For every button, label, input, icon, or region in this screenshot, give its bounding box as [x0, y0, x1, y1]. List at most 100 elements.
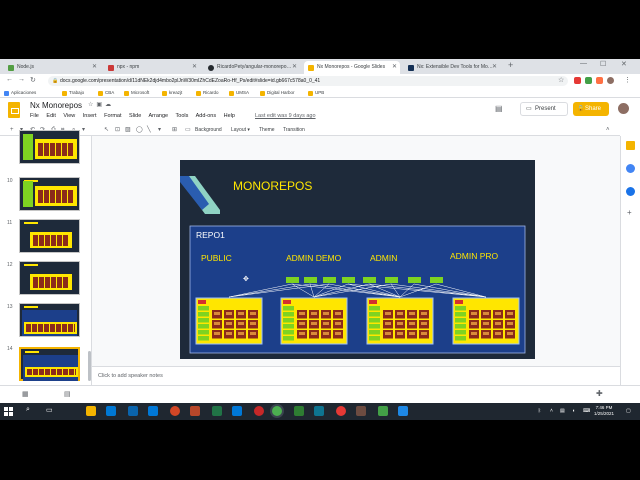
menu-slide[interactable]: Slide: [129, 113, 141, 119]
last-edit-link[interactable]: Last edit was 9 days ago: [255, 113, 316, 119]
scrollbar[interactable]: [88, 351, 91, 381]
app-icon[interactable]: [294, 406, 304, 416]
slides-logo-icon[interactable]: [8, 102, 20, 118]
close-icon[interactable]: ✕: [392, 61, 397, 74]
close-icon[interactable]: ✕: [292, 61, 297, 74]
tab-github[interactable]: RicardoPety/angular-monorepo… ✕: [204, 61, 300, 74]
transition-button[interactable]: Transition: [283, 125, 305, 135]
keep-icon[interactable]: [626, 141, 635, 150]
explore-icon[interactable]: ✚: [596, 389, 603, 398]
tab-npx[interactable]: npx - npm ✕: [104, 61, 200, 74]
powerpoint-icon[interactable]: [190, 406, 200, 416]
opera-icon[interactable]: [254, 406, 264, 416]
share-button[interactable]: 🔒 Share: [573, 102, 609, 116]
volume-icon[interactable]: ◖: [572, 408, 575, 414]
word-icon[interactable]: [148, 406, 158, 416]
minimize-icon[interactable]: —: [580, 60, 587, 67]
search-icon[interactable]: ⌕: [26, 406, 30, 414]
chrome-icon[interactable]: [272, 406, 282, 416]
edge-icon[interactable]: [232, 406, 242, 416]
file-explorer-icon[interactable]: [86, 406, 96, 416]
maximize-icon[interactable]: ☐: [600, 60, 606, 68]
app-icon[interactable]: [314, 406, 324, 416]
app-icon[interactable]: [378, 406, 388, 416]
slide-thumbnail[interactable]: [19, 177, 80, 211]
back-icon[interactable]: ←: [6, 76, 13, 83]
close-icon[interactable]: ✕: [492, 61, 497, 74]
bookmark-item[interactable]: UMSA: [229, 89, 249, 97]
language-icon[interactable]: ⌨: [583, 408, 590, 414]
app-icon[interactable]: [336, 406, 346, 416]
tasks-icon[interactable]: [626, 164, 635, 173]
chevron-down-icon[interactable]: ▾: [82, 125, 85, 135]
add-icon[interactable]: +: [627, 208, 632, 217]
current-slide[interactable]: MONOREPOS REPO1 PUBLIC ADMIN DEMO ADMIN …: [180, 160, 535, 359]
tab-slides[interactable]: Nx Monorepos - Google Slides ✕: [304, 61, 400, 74]
document-title[interactable]: Nx Monorepos: [30, 101, 82, 110]
app-icon[interactable]: [170, 406, 180, 416]
mail-icon[interactable]: [128, 406, 138, 416]
menu-format[interactable]: Format: [104, 113, 121, 119]
cloud-icon[interactable]: ☁: [105, 102, 114, 108]
bookmark-item[interactable]: Trabajo: [62, 89, 84, 97]
vscode-icon[interactable]: [398, 406, 408, 416]
bluetooth-icon[interactable]: ᛒ: [538, 408, 541, 414]
new-tab-button[interactable]: +: [508, 60, 513, 70]
more-icon[interactable]: ⋮: [624, 76, 631, 84]
menu-addons[interactable]: Add-ons: [196, 113, 217, 119]
menu-help[interactable]: Help: [224, 113, 235, 119]
theme-button[interactable]: Theme: [259, 125, 275, 135]
comment-add-icon[interactable]: ⊞: [172, 125, 177, 135]
extension-icon[interactable]: [596, 77, 603, 84]
forward-icon[interactable]: →: [18, 76, 25, 83]
image-icon[interactable]: ▨: [125, 125, 131, 135]
bookmark-item[interactable]: Ricardo: [196, 89, 219, 97]
close-icon[interactable]: ✕: [92, 61, 97, 74]
bookmark-item[interactable]: CBA: [98, 89, 114, 97]
bookmark-item[interactable]: Digital Harbor: [260, 89, 295, 97]
move-icon[interactable]: ▣: [96, 102, 105, 108]
slide-thumbnail[interactable]: [19, 303, 80, 337]
bookmark-item[interactable]: Aplicaciones: [4, 89, 36, 97]
present-button[interactable]: ▭ Present: [520, 102, 568, 116]
bookmark-item[interactable]: UPB: [308, 89, 324, 97]
network-icon[interactable]: ▤: [560, 408, 565, 414]
line-icon[interactable]: ╲: [147, 125, 151, 135]
menu-insert[interactable]: Insert: [83, 113, 97, 119]
comment-icon[interactable]: ▤: [495, 104, 503, 113]
shape-icon[interactable]: ◯: [136, 125, 143, 135]
slide-thumbnail[interactable]: [19, 219, 80, 253]
filmstrip-view-icon[interactable]: ▤: [64, 390, 71, 398]
bookmark-item[interactable]: kreazjt: [162, 89, 182, 97]
grid-view-icon[interactable]: ▦: [22, 390, 29, 398]
chevron-up-icon[interactable]: ˄: [606, 125, 610, 135]
reload-icon[interactable]: ↻: [30, 76, 36, 84]
app-icon[interactable]: [356, 406, 366, 416]
filmstrip[interactable]: 10 11 12 13 14: [0, 130, 92, 385]
tab-nx[interactable]: Nx: Extensible Dev Tools for Mo… ✕: [404, 61, 500, 74]
star-icon[interactable]: ☆: [558, 76, 564, 84]
task-view-icon[interactable]: ▭: [46, 406, 53, 414]
close-window-icon[interactable]: ✕: [621, 60, 627, 68]
slide-thumbnail[interactable]: [19, 261, 80, 295]
extension-icon[interactable]: [574, 77, 581, 84]
store-icon[interactable]: [106, 406, 116, 416]
menu-view[interactable]: View: [63, 113, 75, 119]
background-button[interactable]: Background: [195, 125, 222, 135]
menu-edit[interactable]: Edit: [46, 113, 55, 119]
menu-arrange[interactable]: Arrange: [149, 113, 169, 119]
menu-tools[interactable]: Tools: [176, 113, 189, 119]
speaker-notes[interactable]: Click to add speaker notes: [92, 366, 620, 385]
profile-avatar[interactable]: [607, 77, 614, 84]
textbox-icon[interactable]: ⊡: [115, 125, 120, 135]
excel-icon[interactable]: [212, 406, 222, 416]
contacts-icon[interactable]: [626, 187, 635, 196]
notifications-icon[interactable]: ▢: [626, 408, 631, 414]
slide-thumbnail-selected[interactable]: [19, 347, 80, 381]
tab-nodejs[interactable]: Node.js ✕: [4, 61, 100, 74]
clock[interactable]: 7:46 PM 1/25/2021: [594, 405, 614, 417]
close-icon[interactable]: ✕: [192, 61, 197, 74]
menu-file[interactable]: File: [30, 113, 39, 119]
extension-icon[interactable]: [585, 77, 592, 84]
chevron-up-icon[interactable]: ˄: [550, 408, 553, 414]
